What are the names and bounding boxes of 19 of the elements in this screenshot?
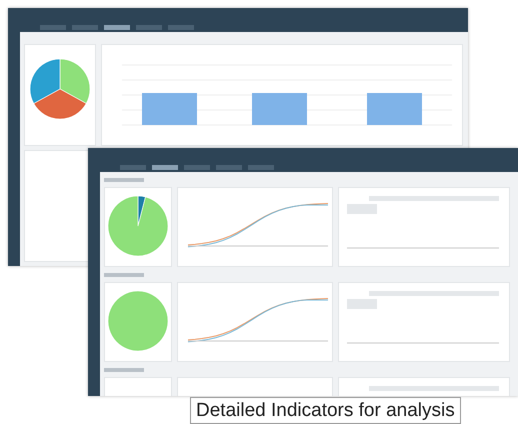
tab[interactable]	[216, 165, 242, 170]
section-title-bar	[104, 178, 144, 182]
chart-card	[104, 377, 172, 396]
tab[interactable]	[120, 165, 146, 170]
tab[interactable]	[40, 25, 66, 30]
chart-bar	[367, 93, 422, 125]
tab[interactable]	[248, 165, 274, 170]
tab[interactable]	[152, 165, 178, 170]
chart-bar	[142, 93, 197, 125]
tab[interactable]	[104, 25, 130, 30]
tab[interactable]	[184, 165, 210, 170]
chart-bar	[252, 93, 307, 125]
section-title-bar	[104, 368, 144, 372]
tab[interactable]	[136, 25, 162, 30]
pie-slice	[108, 290, 168, 352]
tab[interactable]	[72, 25, 98, 30]
tab[interactable]	[168, 25, 194, 30]
caption: Detailed Indicators for analysis	[190, 397, 461, 424]
section-title-bar	[104, 273, 144, 277]
